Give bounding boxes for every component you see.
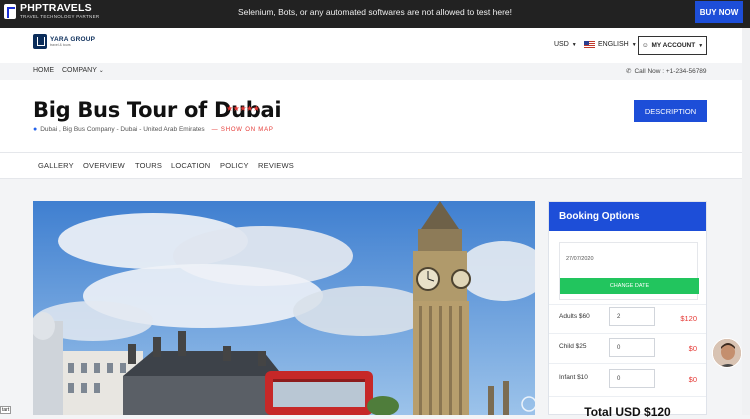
- phone-icon: ✆: [626, 68, 632, 75]
- corner-tag: tart: [0, 406, 12, 414]
- adults-label: Adults $60: [559, 313, 590, 320]
- language-dropdown[interactable]: ENGLISH ▼: [584, 41, 637, 48]
- chevron-down-icon: ⌄: [98, 68, 104, 74]
- star-rating: ★★★★★: [226, 104, 260, 113]
- yara-logo-icon: [33, 34, 47, 49]
- total-price: Total USD $120: [584, 405, 671, 419]
- child-label: Child $25: [559, 343, 587, 350]
- account-label: MY ACCOUNT: [651, 42, 696, 49]
- site-logo[interactable]: YARA GROUP travel & tours: [33, 34, 95, 49]
- tab-tours[interactable]: TOURS: [135, 161, 162, 170]
- date-picker[interactable]: 27/07/2020 CHANGE DATE: [559, 242, 699, 300]
- automation-notice: Selenium, Bots, or any automated softwar…: [237, 7, 513, 17]
- big-ben-photo: [33, 201, 535, 415]
- listing-tabs: GALLERY OVERVIEW TOURS LOCATION POLICY R…: [0, 152, 750, 179]
- nav-home[interactable]: HOME: [33, 67, 54, 74]
- divider: [549, 396, 706, 397]
- chevron-down-icon: ▼: [571, 41, 577, 48]
- show-on-map-link[interactable]: — SHOW ON MAP: [212, 127, 274, 133]
- us-flag-icon: [584, 41, 595, 48]
- my-account-button[interactable]: ☺ MY ACCOUNT ▼: [638, 36, 707, 55]
- nav-company[interactable]: COMPANY ⌄: [62, 67, 104, 74]
- divider: [549, 363, 706, 364]
- language-label: ENGLISH: [598, 41, 629, 48]
- scrollbar[interactable]: [742, 28, 750, 415]
- tab-gallery[interactable]: GALLERY: [38, 161, 74, 170]
- location-text: Dubai , Big Bus Company - Dubai - United…: [40, 126, 205, 133]
- call-now-text: Call Now : +1-234-56789: [634, 67, 707, 75]
- tab-overview[interactable]: OVERVIEW: [83, 161, 125, 170]
- listing-header: Big Bus Tour of Dubai ★★★★★ ● Dubai , Bi…: [0, 80, 750, 152]
- infant-label: Infant $10: [559, 374, 588, 381]
- buy-now-button[interactable]: BUY NOW: [695, 1, 743, 23]
- tab-location[interactable]: LOCATION: [171, 161, 210, 170]
- divider: [549, 333, 706, 334]
- chevron-down-icon: ▼: [631, 41, 637, 48]
- avatar-icon: [713, 339, 741, 367]
- currency-label: USD: [554, 41, 569, 48]
- currency-dropdown[interactable]: USD ▼: [554, 41, 577, 48]
- date-value: 27/07/2020: [566, 256, 594, 262]
- site-header: YARA GROUP travel & tours USD ▼ ENGLISH …: [0, 28, 750, 63]
- child-quantity-input[interactable]: 0: [609, 338, 655, 357]
- adults-price: $120: [680, 314, 697, 323]
- chevron-down-icon: ▼: [698, 42, 704, 49]
- description-button[interactable]: DESCRIPTION: [634, 100, 707, 122]
- call-now: ✆ Call Now : +1-234-56789: [626, 67, 707, 76]
- child-price: $0: [688, 344, 697, 353]
- infant-price: $0: [688, 375, 697, 384]
- adults-quantity-input[interactable]: 2: [609, 307, 655, 326]
- main-nav: HOME COMPANY ⌄ ✆ Call Now : +1-234-56789: [0, 63, 750, 80]
- booking-panel: Booking Options 27/07/2020 CHANGE DATE A…: [548, 201, 707, 419]
- location-line: ● Dubai , Big Bus Company - Dubai - Unit…: [33, 126, 274, 133]
- divider: [549, 304, 706, 305]
- user-icon: ☺: [641, 42, 649, 49]
- infant-quantity-input[interactable]: 0: [609, 369, 655, 388]
- nav-company-label: COMPANY: [62, 67, 97, 74]
- change-date-button[interactable]: CHANGE DATE: [560, 278, 699, 294]
- tab-reviews[interactable]: REVIEWS: [258, 161, 294, 170]
- tab-policy[interactable]: POLICY: [220, 161, 249, 170]
- map-pin-icon: ●: [33, 126, 38, 133]
- logo-text: YARA GROUP: [50, 36, 96, 43]
- support-chat-avatar[interactable]: [712, 338, 742, 368]
- show-map-label: SHOW ON MAP: [220, 126, 274, 133]
- top-bar: PHPTRAVELS TRAVEL TECHNOLOGY PARTNER Sel…: [0, 0, 750, 28]
- booking-title: Booking Options: [549, 202, 706, 231]
- logo-subtext: travel & tours: [50, 43, 71, 47]
- gallery-image[interactable]: [33, 201, 535, 415]
